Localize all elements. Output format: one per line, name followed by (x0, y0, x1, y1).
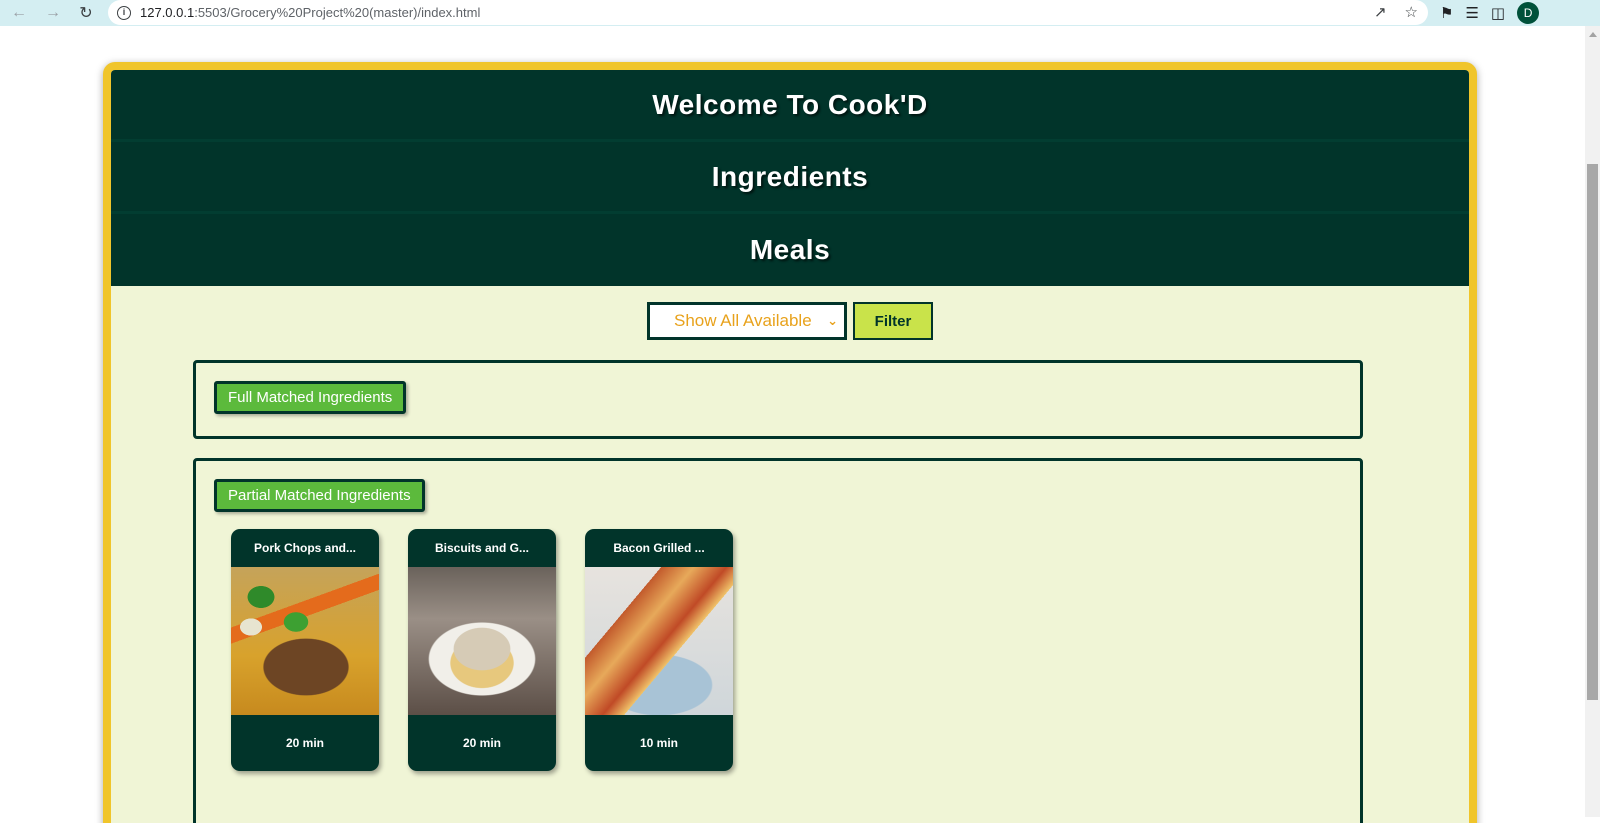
nav-meals[interactable]: Meals (750, 234, 830, 266)
extensions-puzzle-icon[interactable]: ⚑ (1440, 4, 1453, 22)
meal-card-list: Pork Chops and... 20 min Biscuits and G.… (231, 529, 733, 771)
header-welcome-row: Welcome To Cook'D (111, 70, 1469, 142)
meal-card-time: 20 min (462, 736, 501, 750)
meal-card-time: 20 min (285, 736, 324, 750)
scrollbar-thumb[interactable] (1587, 164, 1598, 700)
nav-ingredients-row[interactable]: Ingredients (111, 142, 1469, 214)
meal-card[interactable]: Biscuits and G... 20 min (408, 529, 556, 771)
url-text: 127.0.0.1:5503/Grocery%20Project%20(mast… (140, 5, 480, 20)
url-path: :5503/Grocery%20Project%20(master)/index… (194, 5, 481, 20)
nav-meals-row[interactable]: Meals (111, 214, 1469, 286)
partial-matched-section: Partial Matched Ingredients Pork Chops a… (193, 458, 1363, 823)
side-panel-icon[interactable]: ◫ (1491, 4, 1505, 22)
partial-matched-label[interactable]: Partial Matched Ingredients (214, 479, 425, 512)
meal-card[interactable]: Bacon Grilled ... 10 min (585, 529, 733, 771)
meal-image-bacon-grilled-cheese[interactable] (585, 567, 733, 715)
forward-arrow-icon[interactable]: → (42, 2, 64, 24)
meal-card-time: 10 min (639, 736, 678, 750)
nav-ingredients[interactable]: Ingredients (712, 161, 868, 193)
header-band: Welcome To Cook'D Ingredients Meals (111, 70, 1469, 286)
app-frame: Welcome To Cook'D Ingredients Meals Show… (103, 62, 1477, 823)
welcome-title: Welcome To Cook'D (652, 88, 928, 120)
meal-card-title: Biscuits and G... (434, 541, 530, 555)
browser-toolbar: ← → ↻ i 127.0.0.1:5503/Grocery%20Project… (0, 0, 1600, 26)
availability-select[interactable]: Show All Available ⌄ (647, 302, 847, 340)
availability-select-value: Show All Available (674, 311, 812, 330)
meal-image-biscuits-gravy[interactable] (408, 567, 556, 715)
full-matched-label[interactable]: Full Matched Ingredients (214, 381, 407, 414)
chevron-down-icon: ⌄ (827, 313, 838, 328)
meal-card-title: Bacon Grilled ... (613, 541, 705, 555)
filter-button[interactable]: Filter (853, 302, 933, 340)
reading-list-icon[interactable]: ☰ (1465, 4, 1478, 22)
info-icon[interactable]: i (117, 5, 131, 20)
profile-avatar[interactable]: D (1517, 2, 1540, 24)
meal-card-title: Pork Chops and... (253, 541, 356, 555)
meal-card[interactable]: Pork Chops and... 20 min (231, 529, 379, 771)
full-matched-section: Full Matched Ingredients (193, 360, 1363, 439)
meal-image-pork-chops[interactable] (231, 567, 379, 715)
bookmark-star-icon[interactable]: ☆ (1405, 3, 1418, 21)
url-host: 127.0.0.1 (140, 5, 195, 20)
back-arrow-icon[interactable]: ← (8, 2, 30, 24)
scroll-up-arrow-icon[interactable] (1589, 32, 1597, 37)
share-icon[interactable]: ↗ (1374, 3, 1387, 21)
page-scrollbar[interactable] (1585, 26, 1600, 817)
reload-icon[interactable]: ↻ (75, 2, 97, 24)
filter-bar: Show All Available ⌄ Filter (111, 302, 1469, 340)
address-bar[interactable]: i 127.0.0.1:5503/Grocery%20Project%20(ma… (108, 0, 1428, 25)
